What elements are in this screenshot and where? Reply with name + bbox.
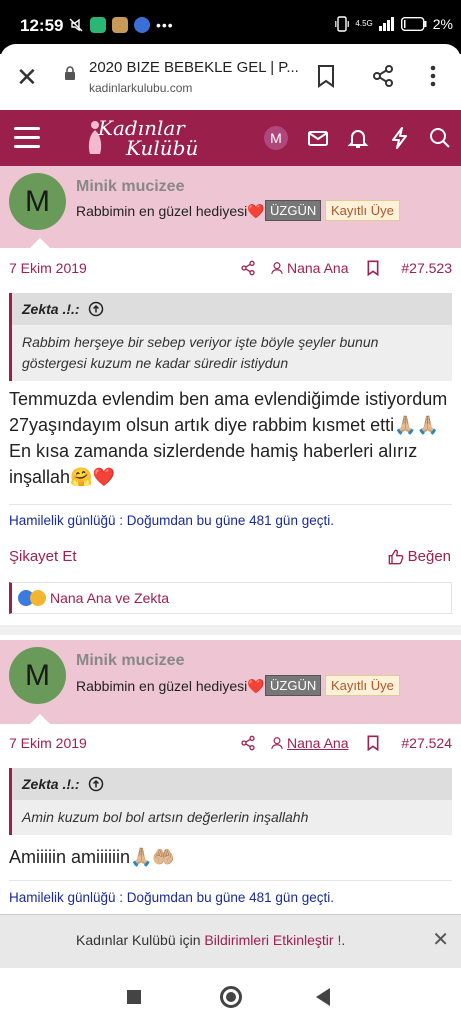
post-body: Temmuzda evlendim ben ama evlendiğimde i…: [9, 386, 454, 490]
recents-button[interactable]: [127, 990, 141, 1004]
love-reaction-icon: [30, 590, 46, 606]
bookmark-icon[interactable]: [366, 735, 380, 751]
arrow-up-circle-icon[interactable]: [88, 776, 104, 792]
search-icon[interactable]: [428, 126, 452, 150]
system-nav-bar: [0, 968, 461, 1024]
mail-icon[interactable]: [306, 126, 330, 150]
post-author[interactable]: Nana Ana: [270, 735, 349, 751]
post-author[interactable]: Nana Ana: [270, 260, 349, 276]
quote-header[interactable]: Zekta .!.:: [12, 768, 452, 800]
post-pointer: [30, 238, 50, 248]
post-body-line: Temmuzda evlendim ben ama evlendiğimde i…: [9, 389, 448, 409]
status-right: 4.5G 2%: [335, 16, 453, 32]
browser-toolbar: ✕ 2020 BIZE BEBEKLE GEL | P... kadinlark…: [0, 44, 461, 110]
post-user-title: Rabbimin en güzel hediyesi❤️: [76, 203, 265, 219]
bell-icon[interactable]: [346, 126, 370, 150]
back-button[interactable]: [316, 988, 330, 1006]
notification-banner: Kadınlar Kulübü için Bildirimleri Etkinl…: [0, 914, 461, 968]
reactions-text: Nana Ana ve Zekta: [50, 590, 170, 606]
post-body: Amiiiiin amiiiiiin🙏🏼🤲🏼: [9, 844, 454, 870]
post-header: M Minik mucizee Rabbimin en güzel hediye…: [0, 166, 461, 248]
user-avatar[interactable]: M: [264, 126, 288, 150]
report-button[interactable]: Şikayet Et: [9, 548, 77, 565]
logo-text-line2: Kulübü: [126, 136, 199, 160]
user-icon: [271, 262, 283, 274]
app-icon-brown: [112, 17, 128, 33]
more-notifications-icon: •••: [156, 17, 174, 33]
post-body-line: Amiiiiin amiiiiiin🙏🏼🤲🏼: [9, 847, 175, 867]
share-icon[interactable]: [371, 64, 395, 88]
share-icon[interactable]: [240, 260, 256, 276]
page-title: 2020 BIZE BEBEKLE GEL | P...: [89, 59, 299, 76]
post-body-line: 27yaşındayım olsun artık diye rabbim kıs…: [9, 415, 439, 435]
post-header: M Minik mucizee Rabbimin en güzel hediye…: [0, 640, 461, 724]
bolt-icon[interactable]: [388, 126, 412, 150]
forum-header: Kadınlar Kulübü M: [0, 110, 461, 166]
vibrate-icon: [335, 16, 350, 32]
post-number[interactable]: #27.523: [401, 260, 452, 276]
signature-divider: [9, 504, 452, 505]
post-body-line: En kısa zamanda sizlerdende hamiş haberl…: [9, 441, 418, 461]
post-date[interactable]: 7 Ekim 2019: [9, 260, 87, 276]
bookmark-icon[interactable]: [316, 64, 336, 88]
bookmark-icon[interactable]: [366, 260, 380, 276]
share-icon[interactable]: [240, 735, 256, 751]
user-badge-role: Kayıtlı Üye: [325, 200, 400, 221]
user-badge-mood: ÜZGÜN: [265, 200, 322, 221]
quote-text: Rabbim herşeye bir sebep veriyor işte bö…: [22, 334, 379, 371]
mute-icon: [69, 18, 83, 32]
battery-level: 2%: [432, 16, 453, 32]
notification-suffix: .: [341, 932, 346, 948]
like-button[interactable]: Beğen: [388, 548, 451, 565]
post-user-title: Rabbimin en güzel hediyesi❤️: [76, 678, 265, 694]
notification-prefix: Kadınlar Kulübü için: [76, 932, 205, 948]
post-username[interactable]: Minik mucizee: [76, 652, 184, 670]
like-label: Beğen: [407, 548, 451, 565]
battery-icon: [400, 17, 427, 31]
user-badge-mood: ÜZGÜN: [265, 675, 322, 696]
quote-author: Zekta .!.:: [22, 776, 80, 792]
quote-author: Zekta .!.:: [22, 301, 80, 317]
reactions-bar[interactable]: Nana Ana ve Zekta: [9, 582, 452, 614]
post-signature: Hamilelik günlüğü : Doğumdan bu güne 481…: [9, 890, 334, 905]
status-time: 12:59: [20, 16, 64, 35]
quote-text: Amin kuzum bol bol artsın değerlerin inş…: [22, 809, 309, 825]
close-icon[interactable]: ✕: [16, 64, 38, 90]
status-icons: •••: [68, 17, 174, 33]
user-icon: [271, 737, 283, 749]
signal-icon: [378, 17, 394, 31]
post-avatar[interactable]: M: [9, 647, 66, 704]
close-icon[interactable]: ✕: [432, 927, 449, 952]
post-author-name: Nana Ana: [287, 260, 349, 276]
enable-notifications-link[interactable]: Bildirimleri Etkinleştir !: [204, 932, 341, 948]
more-vertical-icon[interactable]: [428, 64, 438, 88]
post-divider: [0, 625, 461, 635]
signature-divider: [9, 880, 452, 881]
page-url[interactable]: kadinlarkulubu.com: [89, 81, 192, 95]
post-pointer: [30, 714, 50, 724]
thumbs-up-icon: [388, 549, 404, 564]
network-type: 4.5G: [355, 19, 373, 28]
post-date[interactable]: 7 Ekim 2019: [9, 735, 87, 751]
quote-header[interactable]: Zekta .!.:: [12, 293, 452, 325]
post-avatar[interactable]: M: [9, 173, 66, 230]
menu-icon[interactable]: [14, 127, 40, 149]
post-body-line: inşallah🤗❤️: [9, 467, 115, 487]
user-badge-role: Kayıtlı Üye: [325, 675, 400, 696]
lock-icon: [65, 66, 75, 80]
quote-block: Zekta .!.: Amin kuzum bol bol artsın değ…: [9, 768, 452, 835]
post-username[interactable]: Minik mucizee: [76, 178, 184, 196]
post-meta: 7 Ekim 2019 Nana Ana #27.523: [0, 250, 461, 288]
app-icon-blue: [134, 17, 150, 33]
notification-text: Kadınlar Kulübü için Bildirimleri Etkinl…: [76, 932, 345, 948]
home-button[interactable]: [220, 986, 242, 1008]
post-signature: Hamilelik günlüğü : Doğumdan bu güne 481…: [9, 513, 334, 528]
quote-block: Zekta .!.: Rabbim herşeye bir sebep veri…: [9, 293, 452, 381]
post-number[interactable]: #27.524: [401, 735, 452, 751]
post-meta: 7 Ekim 2019 Nana Ana #27.524: [0, 725, 461, 763]
app-icon-green: [90, 17, 106, 33]
arrow-up-circle-icon[interactable]: [88, 301, 104, 317]
post-author-name: Nana Ana: [287, 735, 349, 751]
